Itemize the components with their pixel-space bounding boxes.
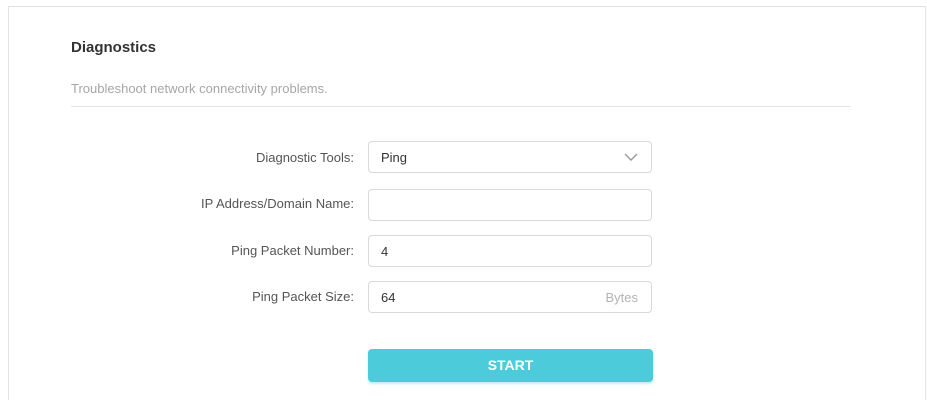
ping-packet-size-field[interactable]: 64 Bytes [368,281,652,313]
page-title: Diagnostics [71,39,157,56]
ping-packet-size-label: Ping Packet Size: [252,289,354,304]
ping-packet-number-value: 4 [381,244,389,259]
diagnostic-tools-label: Diagnostic Tools: [255,150,354,165]
header-divider [71,106,851,107]
ip-address-input[interactable] [370,191,650,219]
diagnostic-tools-selected-value: Ping [381,150,408,165]
ip-address-field[interactable] [368,189,652,221]
ping-packet-number-field[interactable]: 4 [368,235,652,267]
chevron-down-icon [624,153,638,161]
ip-address-label: IP Address/Domain Name: [201,196,354,211]
page-subtitle: Troubleshoot network connectivity proble… [71,81,328,96]
diagnostic-tools-select[interactable]: Ping [368,141,652,173]
ping-packet-size-value: 64 [381,290,396,305]
ping-packet-size-unit: Bytes [605,290,638,305]
diagnostics-panel: Diagnostics Troubleshoot network connect… [8,6,926,400]
start-button[interactable]: START [368,349,653,382]
ping-packet-number-label: Ping Packet Number: [231,243,354,258]
